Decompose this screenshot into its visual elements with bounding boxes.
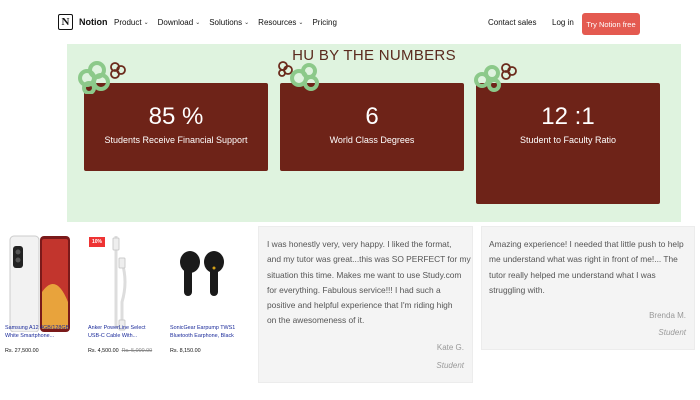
page: N Notion Product ⌄ Download ⌄ Solutions ⌄ R… <box>0 0 700 400</box>
product-name-line: Anker PowerLine Select <box>88 325 146 331</box>
product-card-anker[interactable]: Anker PowerLine Select USB-C Cable With..… <box>88 232 158 354</box>
contact-sales-link[interactable]: Contact sales <box>488 18 536 27</box>
stats-title: HU BY THE NUMBERS <box>292 47 456 64</box>
product-name-line: Samsung A12 4GB/128GB <box>5 325 70 331</box>
reviewer-role: Student <box>436 361 464 370</box>
review-line: struggling with. <box>489 284 545 295</box>
review-line: and my tutor was great...this was SO PER… <box>267 254 471 265</box>
product-price-current: Rs. 4,500.00 <box>88 348 119 354</box>
product-name-line: USB-C Cable With... <box>88 333 138 339</box>
chevron-down-icon: ⌄ <box>195 20 201 26</box>
product-price-old: Rs. 5,000.00 <box>121 348 153 354</box>
product-name[interactable]: Anker PowerLine Select USB-C Cable With..… <box>88 324 168 340</box>
product-name-line: SonicGear Earpump TWS1 <box>170 325 236 331</box>
product-name-line: Bluetooth Earphone, Black <box>170 333 234 339</box>
stat-value: 12 :1 <box>541 103 595 130</box>
product-name[interactable]: Samsung A12 4GB/128GB White Smartphone... <box>5 324 85 340</box>
earbuds-image <box>180 251 224 296</box>
smartphone-image <box>9 235 70 333</box>
review-card-kate: I was honestly very, very happy. I liked… <box>258 226 473 383</box>
chevron-down-icon: ⌄ <box>143 20 149 26</box>
notion-logo-icon: N <box>58 14 73 30</box>
reviewer-role: Student <box>658 328 686 337</box>
reviewer-name: Brenda M. <box>649 311 686 320</box>
flower-decoration-icon <box>78 61 126 94</box>
nav-pricing-label: Pricing <box>312 18 337 27</box>
review-text: I was honestly very, very happy. I liked… <box>267 237 472 329</box>
stats-section: HU BY THE NUMBERS 85 % Students Receive … <box>67 44 681 222</box>
review-line: me understand what was right in front of… <box>489 254 678 265</box>
nav-pricing[interactable]: Pricing <box>312 18 336 27</box>
review-line: on the awesomeness of it. <box>267 315 365 326</box>
review-line: Amazing experience! I needed that little… <box>489 239 684 249</box>
review-line: situation this time. Makes me want to us… <box>267 269 462 280</box>
stat-label: World Class Degrees <box>329 135 415 145</box>
flower-decoration-icon <box>278 61 319 91</box>
nav-download-label: Download <box>157 18 194 27</box>
reviewer-name: Kate G. <box>436 343 464 352</box>
stat-value: 6 <box>365 103 379 130</box>
review-card-brenda: Amazing experience! I needed that little… <box>481 226 695 350</box>
chevron-down-icon: ⌄ <box>244 20 250 26</box>
nav-resources[interactable]: Resources ⌄ <box>258 18 303 27</box>
product-name[interactable]: SonicGear Earpump TWS1 Bluetooth Earphone… <box>170 324 250 340</box>
stat-card-degrees: 6 World Class Degrees <box>280 83 464 171</box>
nav-download[interactable]: Download ⌄ <box>158 18 201 27</box>
nav-solutions-label: Solutions <box>209 18 243 27</box>
nav-product[interactable]: Product ⌄ <box>114 18 149 27</box>
stat-card-financial-support: 85 % Students Receive Financial Support <box>84 83 268 171</box>
stat-label: Student to Faculty Ratio <box>519 135 617 145</box>
try-notion-free-button[interactable]: Try Notion free <box>582 13 640 35</box>
flower-decoration-icon <box>474 63 517 92</box>
review-line: tutor really helped me understand what I… <box>489 269 656 280</box>
brand-name: Notion <box>79 17 108 27</box>
stat-card-ratio: 12 :1 Student to Faculty Ratio <box>476 83 660 204</box>
stat-value: 85 % <box>148 103 204 130</box>
usb-cable-image <box>112 236 127 331</box>
login-link[interactable]: Log in <box>552 18 574 27</box>
product-price: Rs. 27,500.00 <box>5 348 39 354</box>
nav-product-label: Product <box>114 18 142 27</box>
nav-resources-label: Resources <box>258 18 297 27</box>
review-line: I was honestly very, very happy. I liked… <box>267 239 452 249</box>
nav-solutions[interactable]: Solutions ⌄ <box>209 18 249 27</box>
product-card-samsung[interactable]: Samsung A12 4GB/128GB White Smartphone...… <box>5 232 76 354</box>
top-navigation: N Notion Product ⌄ Download ⌄ Solutions ⌄ R… <box>0 0 700 46</box>
product-name-line: White Smartphone... <box>5 333 55 339</box>
product-card-sonicgear[interactable]: SonicGear Earpump TWS1 Bluetooth Earphone… <box>170 232 240 354</box>
stat-label: Students Receive Financial Support <box>104 135 248 145</box>
review-line: positive and helpful experience that I'm… <box>267 300 453 311</box>
notion-logo[interactable]: N Notion <box>58 14 108 30</box>
product-price: Rs. 8,150.00 <box>170 348 201 354</box>
review-text: Amazing experience! I needed that little… <box>489 237 694 298</box>
product-price: Rs. 4,500.00 Rs. 5,000.00 <box>88 348 152 354</box>
review-line: for everything. Fabulous service!!! I ha… <box>267 284 441 295</box>
chevron-down-icon: ⌄ <box>298 20 304 26</box>
nav-links: Product ⌄ Download ⌄ Solutions ⌄ Resources ⌄… <box>114 18 337 27</box>
